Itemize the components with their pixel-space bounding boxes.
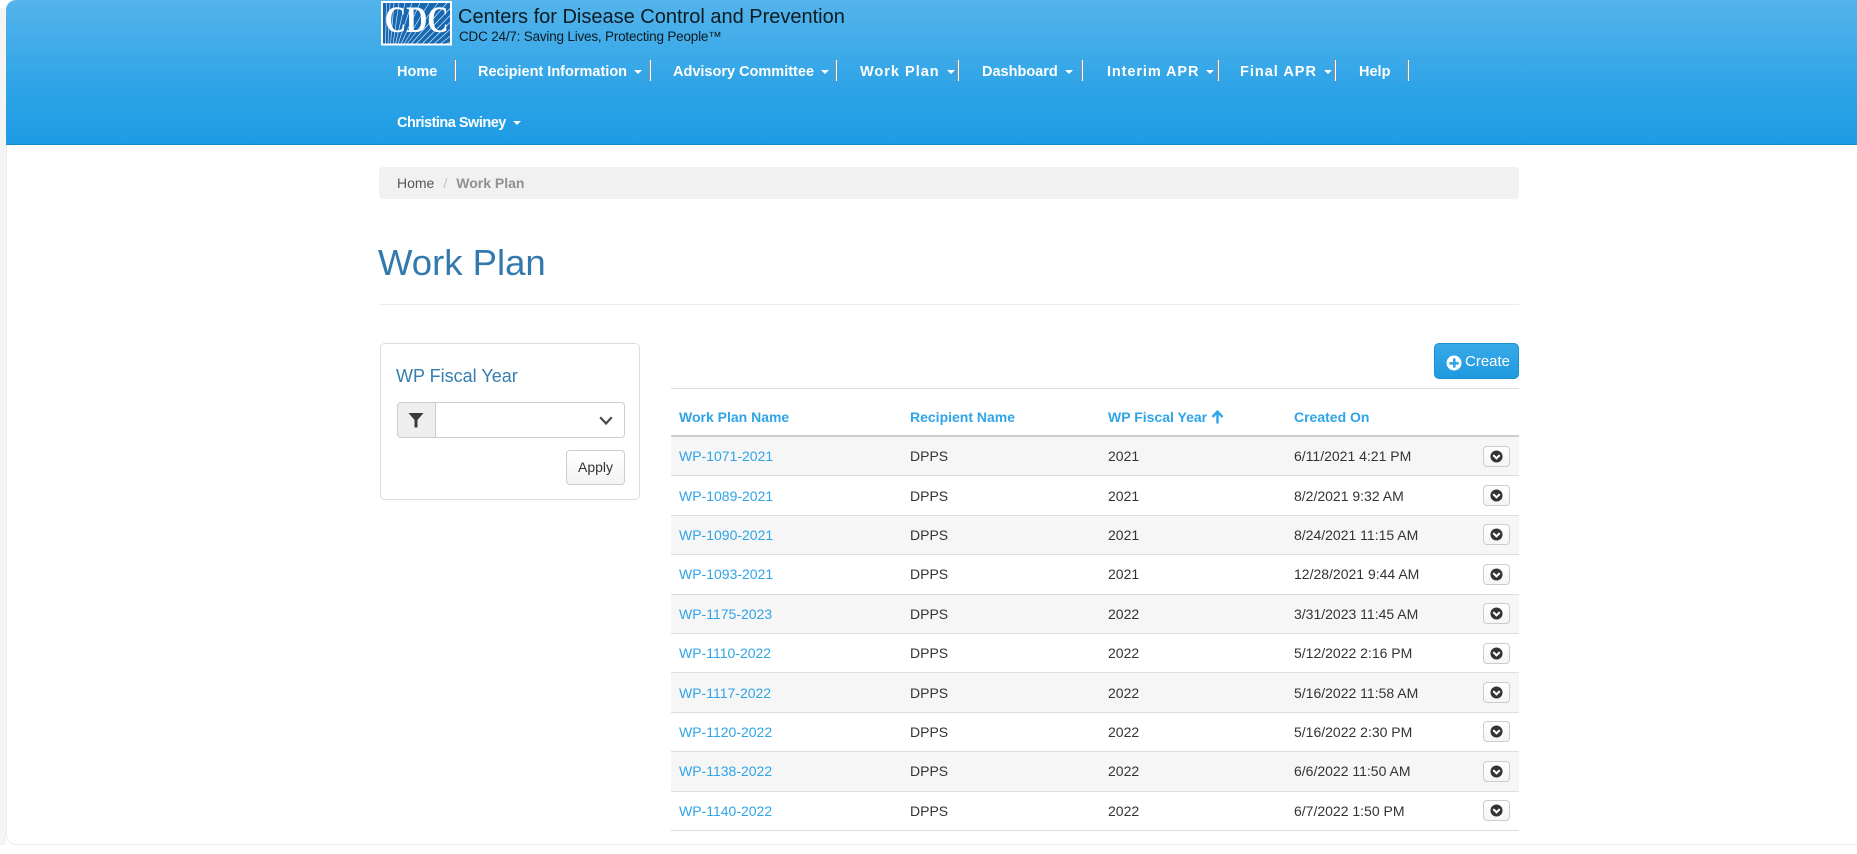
svg-text:CDC: CDC [385,1,449,40]
